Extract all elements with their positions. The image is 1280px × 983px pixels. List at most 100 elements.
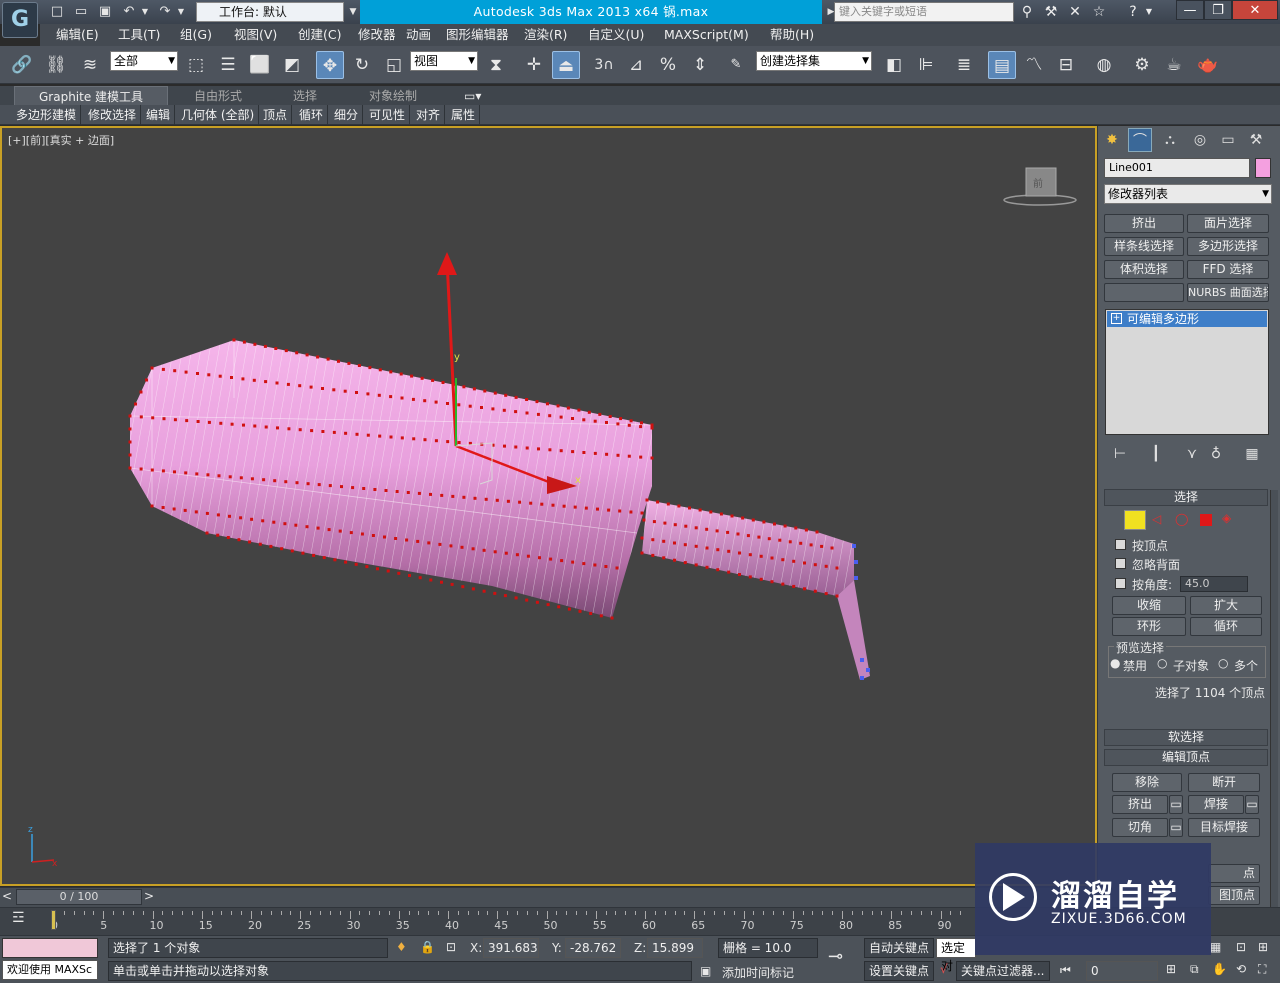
select-and-rotate-icon[interactable]: ↻	[348, 51, 376, 79]
pan-body-mesh[interactable]	[129, 340, 653, 618]
schematic-view-icon[interactable]: ⊟	[1052, 51, 1080, 79]
menu-edit[interactable]: 编辑(E)	[56, 24, 99, 46]
zoom-extents-icon[interactable]: ⧉	[1190, 962, 1199, 977]
configure-sets-icon[interactable]: ▦	[1240, 442, 1264, 466]
spinner-snap-icon[interactable]: ⇕	[686, 51, 714, 79]
percent-snap-icon[interactable]: %	[654, 51, 682, 79]
selection-rollout-header[interactable]: 选择	[1104, 489, 1268, 506]
panel-subdivision[interactable]: 细分	[330, 105, 364, 125]
render-production-icon[interactable]: 🫖	[1194, 51, 1222, 79]
ffd-select-button[interactable]: FFD 选择	[1187, 260, 1269, 279]
polygon-mode-icon[interactable]	[1200, 514, 1212, 526]
help-dropdown-icon[interactable]: ▼	[1144, 2, 1154, 22]
viewcube-icon[interactable]: 前	[1003, 167, 1077, 206]
menu-tools[interactable]: 工具(T)	[118, 24, 160, 46]
menu-modifiers[interactable]: 修改器	[358, 24, 396, 46]
ring-button[interactable]: 环形	[1112, 617, 1186, 636]
panel-polygon-modeling[interactable]: 多边形建模	[12, 105, 82, 125]
panel-align[interactable]: 对齐	[412, 105, 446, 125]
key-filters-button[interactable]: 关键点过滤器...	[956, 961, 1050, 981]
loop-button[interactable]: 循环	[1190, 617, 1262, 636]
select-and-move-icon[interactable]: ✥	[316, 51, 344, 79]
absolute-mode-icon[interactable]: ⊡	[446, 940, 456, 954]
current-frame-marker[interactable]	[51, 910, 56, 930]
maxscript-mini-listener[interactable]: 欢迎使用 MAXSc	[2, 960, 98, 980]
poly-select-button[interactable]: 多边形选择	[1187, 237, 1269, 256]
field-of-view-icon[interactable]: ⊞	[1258, 940, 1268, 954]
empty-mod-button[interactable]	[1104, 283, 1184, 302]
restore-icon[interactable]: ❐	[1204, 0, 1232, 20]
viewport-canvas[interactable]: y x z x 前	[2, 128, 1095, 884]
chamfer-vertex-button[interactable]: 切角	[1112, 818, 1168, 837]
close-icon[interactable]: ✕	[1232, 0, 1278, 20]
stack-item-editable-poly[interactable]: 可编辑多边形	[1107, 311, 1267, 327]
workspace-dropdown[interactable]: 工作台: 默认	[196, 2, 344, 22]
command-panel-scrollbar[interactable]	[1270, 490, 1278, 910]
maxscript-listener-swatch[interactable]	[2, 938, 98, 958]
pan-view-icon[interactable]: ✋	[1212, 962, 1227, 976]
time-tag-icon[interactable]: ▣	[700, 964, 711, 978]
object-name-field[interactable]: Line001	[1104, 158, 1250, 178]
border-mode-icon[interactable]: ◯	[1175, 512, 1188, 526]
x-coordinate-field[interactable]: 391.683	[483, 938, 539, 958]
menu-maxscript[interactable]: MAXScript(M)	[664, 24, 749, 46]
menu-animation[interactable]: 动画	[406, 24, 431, 46]
panel-geometry-all[interactable]: 几何体 (全部)	[177, 105, 260, 125]
tab-freeform[interactable]: 自由形式	[194, 86, 242, 106]
remove-modifier-icon[interactable]: ♁	[1204, 442, 1228, 466]
element-mode-icon[interactable]: ◈	[1222, 511, 1231, 525]
select-by-name-icon[interactable]: ☰	[214, 51, 242, 79]
orbit-icon[interactable]: ⟲	[1236, 962, 1246, 976]
layer-manager-icon[interactable]: ≣	[950, 51, 978, 79]
remove-isolated-partial-button[interactable]: 图顶点	[1208, 886, 1260, 905]
isolate-selection-icon[interactable]: ♦	[396, 940, 407, 954]
redo-icon[interactable]: ↷	[156, 3, 174, 21]
named-selection-dropdown[interactable]: 创建选择集	[756, 51, 872, 71]
maximize-viewport-icon[interactable]: ⛶	[1258, 962, 1266, 977]
manipulate-icon[interactable]: ✛	[520, 51, 548, 79]
display-tab-icon[interactable]: ▭	[1216, 128, 1240, 152]
weld-vertex-button[interactable]: 焊接	[1188, 795, 1244, 814]
bind-space-warp-icon[interactable]: ≋	[76, 51, 104, 79]
favorites-star-icon[interactable]: ☆	[1088, 2, 1110, 22]
menu-rendering[interactable]: 渲染(R)	[524, 24, 567, 46]
by-vertex-checkbox[interactable]	[1115, 539, 1126, 550]
undo-icon[interactable]: ↶	[120, 3, 138, 21]
menu-view[interactable]: 视图(V)	[234, 24, 277, 46]
preview-multi-radio[interactable]: ○	[1218, 656, 1228, 670]
motion-tab-icon[interactable]: ◎	[1188, 128, 1212, 152]
vertex-mode-icon[interactable]	[1124, 510, 1146, 530]
modifier-list-dropdown[interactable]: 修改器列表	[1104, 184, 1272, 204]
reference-coordinate-dropdown[interactable]: 视图	[410, 51, 478, 71]
align-icon[interactable]: ⊫	[912, 51, 940, 79]
panel-visibility[interactable]: 可见性	[365, 105, 411, 125]
select-object-icon[interactable]: ⬚	[182, 51, 210, 79]
edge-mode-icon[interactable]: ◁	[1152, 512, 1161, 526]
remove-vertex-button[interactable]: 移除	[1112, 773, 1182, 792]
edit-named-selection-icon[interactable]: ✎	[722, 51, 750, 79]
unlink-icon[interactable]: ⛓	[42, 51, 70, 79]
redo-dropdown-icon[interactable]: ▼	[176, 3, 186, 21]
menu-customize[interactable]: 自定义(U)	[588, 24, 644, 46]
modifier-stack[interactable]	[1105, 309, 1269, 435]
communication-icon[interactable]: ✕	[1064, 2, 1086, 22]
material-editor-icon[interactable]: ◍	[1090, 51, 1118, 79]
angle-value-field[interactable]: 45.0	[1180, 576, 1248, 592]
time-prev-icon[interactable]: <	[2, 889, 12, 903]
time-slider-track[interactable]	[0, 887, 1097, 907]
y-coordinate-field[interactable]: -28.762	[565, 938, 621, 958]
keyboard-shortcut-override-icon[interactable]: ⏏	[552, 51, 580, 79]
utilities-tab-icon[interactable]: ⚒	[1244, 128, 1268, 152]
auto-key-button[interactable]: 自动关键点	[864, 938, 934, 958]
ribbon-options-icon[interactable]: ▭▾	[464, 86, 481, 106]
time-next-icon[interactable]: >	[144, 889, 154, 903]
rendered-frame-icon[interactable]: ☕	[1160, 51, 1188, 79]
render-setup-icon[interactable]: ⚙	[1128, 51, 1156, 79]
nurbs-select-button[interactable]: NURBS 曲面选择	[1187, 283, 1269, 302]
rectangular-selection-icon[interactable]: ⬜	[246, 51, 274, 79]
extrude-settings-icon[interactable]: ▭	[1169, 795, 1183, 814]
ignore-backfacing-checkbox[interactable]	[1115, 558, 1126, 569]
menu-help[interactable]: 帮助(H)	[770, 24, 814, 46]
panel-properties[interactable]: 属性	[447, 105, 481, 125]
minimize-icon[interactable]: —	[1176, 0, 1204, 20]
